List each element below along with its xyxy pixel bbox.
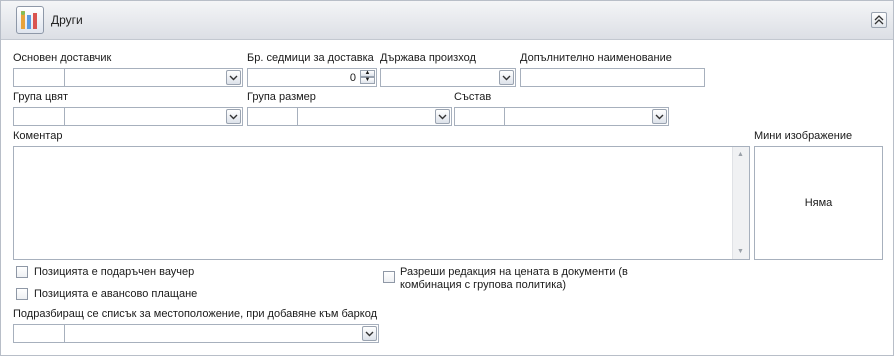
delivery-weeks-stepper[interactable]: 0 ▲ ▼ bbox=[247, 68, 377, 87]
others-panel: Други Основен доставчик Бр. седмици за д… bbox=[0, 0, 894, 356]
gift-voucher-checkbox[interactable] bbox=[16, 266, 28, 278]
comment-label: Коментар bbox=[13, 130, 63, 142]
advance-payment-checkbox[interactable] bbox=[16, 288, 28, 300]
chevron-down-icon[interactable] bbox=[435, 109, 450, 124]
country-of-origin-select[interactable] bbox=[380, 68, 516, 87]
gift-voucher-label: Позицията е подаръчен ваучер bbox=[34, 266, 195, 278]
stepper-down-icon[interactable]: ▼ bbox=[360, 77, 375, 84]
mini-image-box[interactable]: Няма bbox=[754, 146, 883, 260]
color-group-select[interactable] bbox=[64, 107, 243, 126]
collapse-up-icon[interactable] bbox=[871, 12, 887, 28]
additional-name-input[interactable] bbox=[520, 68, 705, 87]
advance-payment-label: Позицията е авансово плащане bbox=[34, 288, 198, 300]
comment-scrollbar[interactable]: ▲ ▼ bbox=[732, 147, 749, 259]
default-location-code-input[interactable] bbox=[13, 324, 65, 343]
chevron-down-icon[interactable] bbox=[652, 109, 667, 124]
delivery-weeks-label: Бр. седмици за доставка bbox=[247, 52, 374, 64]
image-icon bbox=[16, 6, 44, 34]
allow-price-edit-checkbox[interactable] bbox=[383, 271, 395, 283]
color-group-label: Група цвят bbox=[13, 91, 68, 103]
chevron-down-icon[interactable] bbox=[362, 326, 377, 341]
chevron-down-icon[interactable] bbox=[226, 109, 241, 124]
comment-textarea[interactable]: ▲ ▼ bbox=[13, 146, 750, 260]
allow-price-edit-label-line1: Разреши редакция на цената в документи (… bbox=[400, 266, 628, 278]
allow-price-edit-label-line2: комбинация с групова политика) bbox=[400, 279, 567, 291]
scroll-down-icon[interactable]: ▼ bbox=[735, 246, 746, 257]
default-location-select[interactable] bbox=[64, 324, 379, 343]
size-group-select[interactable] bbox=[297, 107, 452, 126]
composition-code-input[interactable] bbox=[454, 107, 505, 126]
main-supplier-label: Основен доставчик bbox=[13, 52, 112, 64]
chevron-down-icon[interactable] bbox=[499, 70, 514, 85]
default-location-label: Подразбиращ се списък за местоположение,… bbox=[13, 308, 377, 320]
stepper-buttons[interactable]: ▲ ▼ bbox=[360, 70, 375, 85]
size-group-code-input[interactable] bbox=[247, 107, 298, 126]
additional-name-label: Допълнително наименование bbox=[520, 52, 672, 64]
main-supplier-code-input[interactable] bbox=[13, 68, 65, 87]
main-supplier-select[interactable] bbox=[64, 68, 243, 87]
country-of-origin-label: Държава произход bbox=[380, 52, 476, 64]
mini-image-placeholder: Няма bbox=[804, 197, 833, 209]
scroll-up-icon[interactable]: ▲ bbox=[735, 149, 746, 160]
composition-select[interactable] bbox=[504, 107, 669, 126]
delivery-weeks-value: 0 bbox=[349, 72, 356, 84]
composition-label: Състав bbox=[454, 91, 492, 103]
mini-image-label: Мини изображение bbox=[754, 130, 853, 142]
chevron-down-icon[interactable] bbox=[226, 70, 241, 85]
stepper-up-icon[interactable]: ▲ bbox=[360, 70, 375, 77]
color-group-code-input[interactable] bbox=[13, 107, 65, 126]
panel-title: Други bbox=[51, 13, 83, 27]
panel-header[interactable]: Други bbox=[1, 1, 893, 40]
size-group-label: Група размер bbox=[247, 91, 316, 103]
